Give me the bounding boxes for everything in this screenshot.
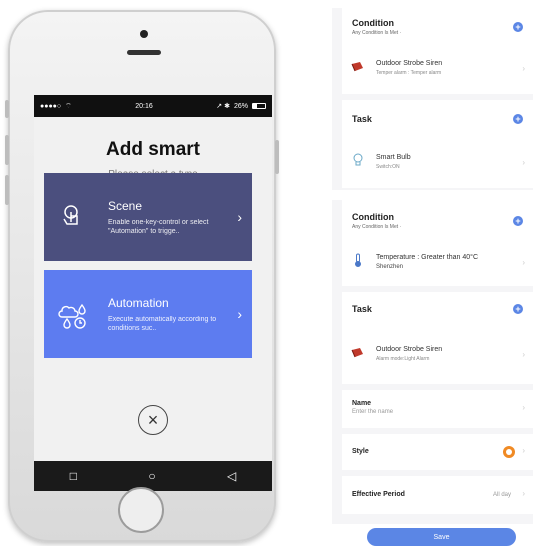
task-section-2: Task + Outdoor Strobe Siren Alarm mode:L… bbox=[342, 292, 533, 384]
scene-card[interactable]: Scene Enable one-key-control or select "… bbox=[44, 173, 252, 261]
scene-title: Scene bbox=[108, 198, 143, 213]
bulb-icon bbox=[348, 153, 368, 172]
scene-desc: Enable one-key-control or select "Automa… bbox=[108, 218, 209, 235]
chevron-right-icon: › bbox=[522, 446, 525, 455]
chevron-right-icon: › bbox=[522, 489, 525, 498]
task-title: Task bbox=[352, 114, 372, 124]
condition-item[interactable]: Outdoor Strobe Siren Temper alarm : Temp… bbox=[342, 50, 533, 86]
automation-card[interactable]: Automation Execute automatically accordi… bbox=[44, 270, 252, 358]
weather-clock-icon bbox=[54, 294, 94, 334]
condition-title-2: Condition bbox=[352, 212, 394, 222]
add-task-button[interactable]: + bbox=[513, 114, 523, 124]
bottom-config-panel: Condition Any Condition Is Met · + Tempe… bbox=[332, 200, 533, 524]
condition-section: Condition Any Condition Is Met · + Outdo… bbox=[342, 8, 533, 94]
siren-icon bbox=[348, 345, 368, 363]
task-title-2: Task bbox=[352, 304, 372, 314]
earpiece-speaker bbox=[127, 50, 161, 55]
task-item-2[interactable]: Outdoor Strobe Siren Alarm mode:Light Al… bbox=[342, 336, 533, 372]
name-input[interactable]: Enter the name bbox=[352, 409, 393, 415]
condition-item-detail-2: Shenzhen bbox=[376, 264, 404, 270]
chevron-right-icon: › bbox=[522, 257, 525, 267]
battery-icon bbox=[252, 103, 266, 109]
add-task-button-2[interactable]: + bbox=[513, 304, 523, 314]
effective-period-row[interactable]: Effective Period All day › bbox=[342, 476, 533, 514]
power-button bbox=[275, 140, 279, 174]
condition-item-name-2: Temperature : Greater than 40°C bbox=[376, 254, 479, 261]
battery-percent: 26% bbox=[233, 102, 248, 110]
chevron-right-icon: › bbox=[237, 306, 242, 322]
style-row[interactable]: Style › bbox=[342, 434, 533, 470]
home-button[interactable] bbox=[118, 487, 164, 533]
thermometer-icon bbox=[348, 253, 368, 272]
effective-period-value: All day bbox=[492, 492, 511, 498]
condition-item-name: Outdoor Strobe Siren bbox=[376, 60, 443, 67]
effective-period-label: Effective Period bbox=[352, 491, 405, 498]
location-bluetooth-icon: ↗ ✱ bbox=[216, 103, 230, 110]
mute-switch bbox=[5, 100, 9, 118]
automation-desc: Execute automatically according to condi… bbox=[108, 315, 217, 332]
wifi-icon: ⌔ bbox=[65, 102, 72, 110]
condition-item-detail: Temper alarm : Temper alarm bbox=[376, 70, 442, 76]
condition-item-2[interactable]: Temperature : Greater than 40°C Shenzhen… bbox=[342, 244, 533, 280]
chevron-right-icon: › bbox=[237, 209, 242, 225]
add-condition-button[interactable]: + bbox=[513, 22, 523, 32]
phone-frame: ●●●●○ ⌔ 20:16 ↗ ✱ 26% Add smart Please s… bbox=[5, 10, 279, 542]
chevron-right-icon: › bbox=[522, 63, 525, 73]
back-icon[interactable]: ◁ bbox=[227, 469, 236, 483]
automation-title: Automation bbox=[108, 295, 169, 310]
condition-section-2: Condition Any Condition Is Met · + Tempe… bbox=[342, 200, 533, 286]
close-button[interactable]: × bbox=[138, 405, 168, 435]
front-camera bbox=[140, 30, 148, 38]
volume-down-button bbox=[5, 175, 9, 205]
chevron-right-icon: › bbox=[522, 349, 525, 359]
task-section: Task + Smart Bulb Switch:ON › bbox=[342, 100, 533, 188]
home-icon[interactable]: ○ bbox=[148, 469, 155, 483]
add-condition-button-2[interactable]: + bbox=[513, 216, 523, 226]
status-bar: ●●●●○ ⌔ 20:16 ↗ ✱ 26% bbox=[34, 95, 272, 117]
recent-apps-icon[interactable]: □ bbox=[70, 469, 77, 483]
close-icon: × bbox=[147, 409, 159, 430]
page-title: Add smart bbox=[106, 139, 200, 160]
condition-subtitle[interactable]: Any Condition Is Met · bbox=[352, 30, 401, 36]
touch-icon bbox=[54, 197, 94, 237]
top-config-panel: Condition Any Condition Is Met · + Outdo… bbox=[332, 8, 533, 190]
task-item-name-2: Outdoor Strobe Siren bbox=[376, 346, 443, 353]
signal-icon: ●●●●○ bbox=[40, 102, 62, 110]
condition-subtitle-2[interactable]: Any Condition Is Met · bbox=[352, 224, 401, 230]
android-nav-bar: □ ○ ◁ bbox=[34, 461, 272, 491]
siren-icon bbox=[348, 59, 368, 77]
style-color-icon bbox=[503, 446, 515, 458]
chevron-right-icon: › bbox=[522, 403, 525, 412]
task-item-detail: Switch:ON bbox=[376, 164, 400, 170]
chevron-right-icon: › bbox=[522, 157, 525, 167]
style-label: Style bbox=[352, 448, 369, 455]
phone-screen: ●●●●○ ⌔ 20:16 ↗ ✱ 26% Add smart Please s… bbox=[34, 95, 272, 491]
task-item-name: Smart Bulb bbox=[376, 154, 411, 161]
task-item-detail-2: Alarm mode:Light Alarm bbox=[376, 356, 430, 362]
task-item[interactable]: Smart Bulb Switch:ON › bbox=[342, 144, 533, 180]
condition-title: Condition bbox=[352, 18, 394, 28]
status-time: 20:16 bbox=[135, 102, 153, 110]
volume-up-button bbox=[5, 135, 9, 165]
name-label: Name bbox=[352, 400, 372, 407]
save-button[interactable]: Save bbox=[367, 528, 516, 546]
name-field-row[interactable]: Name Enter the name › bbox=[342, 390, 533, 428]
stage: ●●●●○ ⌔ 20:16 ↗ ✱ 26% Add smart Please s… bbox=[0, 0, 534, 546]
